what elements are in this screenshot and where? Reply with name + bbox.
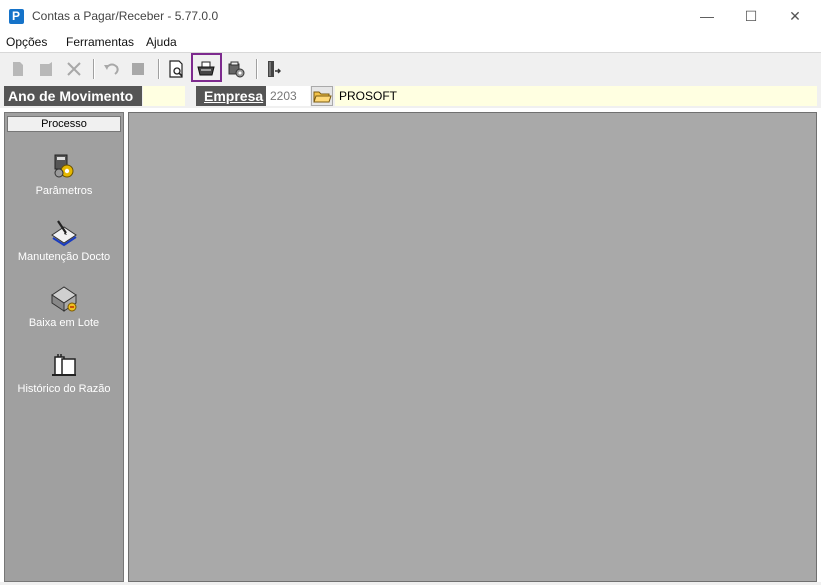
sidebar-item-manutencao-docto[interactable]: Manutenção Docto bbox=[5, 217, 123, 279]
print-preview-icon[interactable] bbox=[166, 59, 186, 79]
toolbar-separator bbox=[256, 59, 258, 79]
notebook-pen-icon bbox=[51, 220, 77, 247]
empresa-name-field: PROSOFT bbox=[335, 86, 817, 106]
stop-icon[interactable] bbox=[128, 59, 148, 79]
sidebar-item-parametros[interactable]: Parâmetros bbox=[5, 151, 123, 213]
open-folder-icon bbox=[313, 91, 332, 103]
sidebar-item-baixa-em-lote[interactable]: Baixa em Lote bbox=[5, 283, 123, 345]
ano-movimento-label: Ano de Movimento bbox=[4, 86, 142, 106]
menu-ajuda[interactable]: Ajuda bbox=[146, 35, 177, 49]
menu-opcoes[interactable]: Opções bbox=[6, 35, 47, 49]
header-fields: Ano de Movimento Empresa 2203 PROSOFT bbox=[0, 84, 821, 108]
maximize-button[interactable]: ☐ bbox=[729, 0, 773, 32]
menu-ferramentas[interactable]: Ferramentas bbox=[66, 35, 134, 49]
sidebar-item-label: Baixa em Lote bbox=[28, 317, 100, 329]
batch-drive-icon bbox=[51, 286, 77, 312]
window-title: Contas a Pagar/Receber - 5.77.0.0 bbox=[32, 9, 219, 23]
exit-door-icon[interactable] bbox=[263, 59, 283, 79]
toolbar-separator bbox=[158, 59, 160, 79]
undo-icon[interactable] bbox=[101, 59, 121, 79]
ano-movimento-input[interactable] bbox=[143, 86, 185, 106]
sidebar-item-historico-do-razao[interactable]: Histórico do Razão bbox=[5, 349, 123, 411]
delete-icon[interactable] bbox=[64, 59, 84, 79]
main-workspace bbox=[128, 112, 817, 582]
toolbar bbox=[0, 52, 821, 85]
empresa-code-input[interactable]: 2203 bbox=[266, 86, 310, 106]
title-bar: P Contas a Pagar/Receber - 5.77.0.0 — ☐ … bbox=[0, 0, 821, 32]
empresa-label: Empresa bbox=[196, 86, 266, 106]
app-icon: P bbox=[9, 9, 24, 24]
toolbar-separator bbox=[93, 59, 95, 79]
ledger-book-icon bbox=[52, 354, 76, 376]
close-button[interactable]: ✕ bbox=[773, 0, 817, 32]
sidebar-item-label: Manutenção Docto bbox=[17, 251, 111, 263]
edit-doc-icon[interactable] bbox=[36, 59, 56, 79]
printer-settings-icon[interactable] bbox=[226, 59, 246, 79]
sidebar-header[interactable]: Processo bbox=[7, 116, 121, 132]
sidebar-item-label: Histórico do Razão bbox=[17, 383, 111, 395]
print-button-highlight bbox=[191, 53, 222, 82]
menu-bar: Opções Ferramentas Ajuda bbox=[0, 32, 821, 52]
new-doc-icon[interactable] bbox=[8, 59, 28, 79]
open-folder-button[interactable] bbox=[311, 86, 333, 106]
minimize-button[interactable]: — bbox=[685, 0, 729, 32]
process-sidebar: Processo Parâmetros Manutenção Docto Bai… bbox=[4, 112, 124, 582]
sidebar-item-label: Parâmetros bbox=[35, 185, 93, 197]
gears-icon bbox=[54, 154, 74, 178]
